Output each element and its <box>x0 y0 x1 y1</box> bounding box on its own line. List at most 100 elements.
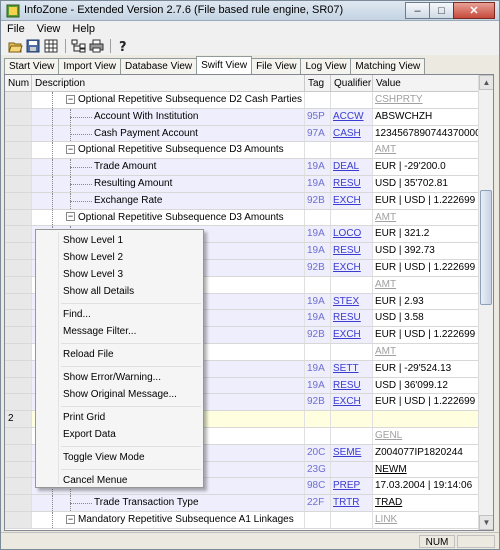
row-qualifier[interactable]: STEX <box>331 293 373 310</box>
menu-item-print-grid[interactable]: Print Grid <box>36 409 203 426</box>
menu-item-show-error-warning[interactable]: Show Error/Warning... <box>36 369 203 386</box>
table-row[interactable]: Exchange Rate 92B EXCH EUR | USD | 1.222699 <box>5 192 479 210</box>
menu-file[interactable]: File <box>7 23 25 35</box>
row-tag: 19A <box>305 175 331 192</box>
row-qualifier[interactable]: EXCH <box>331 394 373 411</box>
row-qualifier[interactable]: SETT <box>331 360 373 377</box>
scroll-down-icon[interactable]: ▼ <box>479 515 493 530</box>
row-value: NEWM <box>373 461 479 478</box>
row-qualifier[interactable]: SEME <box>331 444 373 461</box>
tree-line <box>52 125 53 142</box>
row-num <box>5 259 32 276</box>
row-qualifier[interactable] <box>331 92 373 108</box>
table-row[interactable]: Trade Amount 19A DEAL EUR | -29'200.0 <box>5 159 479 176</box>
tab-matching-view[interactable]: Matching View <box>350 58 426 74</box>
table-row[interactable]: Cash Payment Account 97A CASH 1234567890744… <box>5 125 479 143</box>
menu-item-show-level-1[interactable]: Show Level 1 <box>36 232 203 249</box>
header-num[interactable]: Num <box>5 75 32 92</box>
row-qualifier[interactable] <box>331 343 373 360</box>
menu-item-reload-file[interactable]: Reload File <box>36 346 203 363</box>
collapse-icon[interactable]: − <box>66 212 75 222</box>
row-qualifier[interactable]: TRTR <box>331 495 373 511</box>
scroll-up-icon[interactable]: ▲ <box>479 75 493 90</box>
row-qualifier[interactable]: PREP <box>331 478 373 495</box>
menu-item-message-filter[interactable]: Message Filter... <box>36 323 203 340</box>
header-description[interactable]: Description <box>32 75 305 92</box>
grid-icon[interactable] <box>43 39 59 54</box>
menu-item-show-level-2[interactable]: Show Level 2 <box>36 249 203 266</box>
row-qualifier[interactable] <box>331 276 373 293</box>
maximize-button[interactable]: □ <box>429 2 454 19</box>
row-qualifier[interactable]: EXCH <box>331 259 373 276</box>
row-qualifier[interactable]: DEAL <box>331 159 373 175</box>
table-row[interactable]: − Optional Repetitive Subsequence D2 Cash… <box>5 92 479 109</box>
row-qualifier[interactable]: LOCO <box>331 226 373 243</box>
row-qualifier[interactable] <box>331 427 373 444</box>
row-qualifier[interactable]: CASH <box>331 125 373 142</box>
row-tag: 20C <box>305 444 331 461</box>
table-row[interactable]: − Optional Repetitive Subsequence D3 Amou… <box>5 209 479 227</box>
row-description: − Optional Repetitive Subsequence D2 Cash… <box>32 92 305 108</box>
tab-import-view[interactable]: Import View <box>58 58 122 74</box>
menu-item-show-level-3[interactable]: Show Level 3 <box>36 266 203 283</box>
table-row[interactable]: − Optional Repetitive Subsequence D3 Amou… <box>5 142 479 160</box>
row-num: 2 <box>5 411 32 427</box>
row-num <box>5 108 32 125</box>
help-icon[interactable]: ? <box>115 39 131 54</box>
header-qualifier[interactable]: Qualifier <box>331 75 373 92</box>
menu-item-export-data[interactable]: Export Data <box>36 426 203 443</box>
menu-item-show-original-message[interactable]: Show Original Message... <box>36 386 203 403</box>
table-row[interactable]: Resulting Amount 19A RESU USD | 35'702.81 <box>5 175 479 193</box>
header-value[interactable]: Value <box>373 75 479 92</box>
minimize-button[interactable]: – <box>405 2 430 19</box>
row-qualifier[interactable] <box>331 209 373 226</box>
row-value: EUR | 2.93 <box>373 293 479 310</box>
row-value: EUR | 321.2 <box>373 226 479 243</box>
row-qualifier[interactable] <box>331 411 373 427</box>
menu-item-find[interactable]: Find... <box>36 306 203 323</box>
row-qualifier[interactable]: RESU <box>331 175 373 192</box>
collapse-icon[interactable]: − <box>66 514 75 524</box>
row-qualifier[interactable] <box>331 142 373 159</box>
header-tag[interactable]: Tag <box>305 75 331 92</box>
menu-item-cancel-menue[interactable]: Cancel Menue <box>36 472 203 489</box>
row-value <box>373 411 479 427</box>
row-description: Cash Payment Account <box>32 125 305 142</box>
menu-view[interactable]: View <box>37 23 61 35</box>
collapse-icon[interactable]: − <box>66 145 75 155</box>
row-qualifier[interactable]: ACCW <box>331 108 373 125</box>
row-description: Exchange Rate <box>32 192 305 209</box>
menu-item-show-all-details[interactable]: Show all Details <box>36 283 203 300</box>
row-tag: 92B <box>305 192 331 209</box>
row-qualifier[interactable]: EXCH <box>331 192 373 209</box>
save-icon[interactable] <box>25 39 41 54</box>
menu-item-toggle-view-mode[interactable]: Toggle View Mode <box>36 449 203 466</box>
tab-database-view[interactable]: Database View <box>120 58 198 74</box>
title-bar[interactable]: InfoZone - Extended Version 2.7.6 (File … <box>1 1 499 21</box>
folder-open-icon[interactable] <box>7 39 23 54</box>
collapse-icon[interactable]: − <box>66 94 75 104</box>
tab-log-view[interactable]: Log View <box>300 58 352 74</box>
row-qualifier[interactable]: RESU <box>331 310 373 327</box>
row-qualifier[interactable]: RESU <box>331 243 373 259</box>
row-qualifier[interactable]: EXCH <box>331 327 373 343</box>
vertical-scrollbar[interactable]: ▲ ▼ <box>478 75 493 530</box>
table-row[interactable]: − Mandatory Repetitive Subsequence A1 Lin… <box>5 511 479 529</box>
tab-file-view[interactable]: File View <box>251 58 302 74</box>
tree-icon[interactable] <box>70 39 86 54</box>
row-qualifier[interactable] <box>331 511 373 528</box>
row-tag: 23G <box>305 461 331 478</box>
row-qualifier[interactable] <box>331 461 373 478</box>
row-value: EUR | USD | 1.222699 <box>373 327 479 343</box>
scroll-thumb[interactable] <box>480 190 492 305</box>
close-button[interactable]: ✕ <box>453 2 495 19</box>
menu-help[interactable]: Help <box>72 23 95 35</box>
row-qualifier[interactable]: RESU <box>331 377 373 394</box>
table-row[interactable]: Account With Institution 95P ACCW ABSWCHZH <box>5 108 479 126</box>
tab-swift-view[interactable]: Swift View <box>196 56 253 74</box>
print-icon[interactable] <box>88 39 104 54</box>
tab-start-view[interactable]: Start View <box>4 58 60 74</box>
table-row[interactable]: Trade Transaction Type 22F TRTR TRAD <box>5 495 479 512</box>
description-text: Optional Repetitive Subsequence D2 Cash … <box>78 94 303 105</box>
description-text: Optional Repetitive Subsequence D3 Amoun… <box>78 211 284 223</box>
